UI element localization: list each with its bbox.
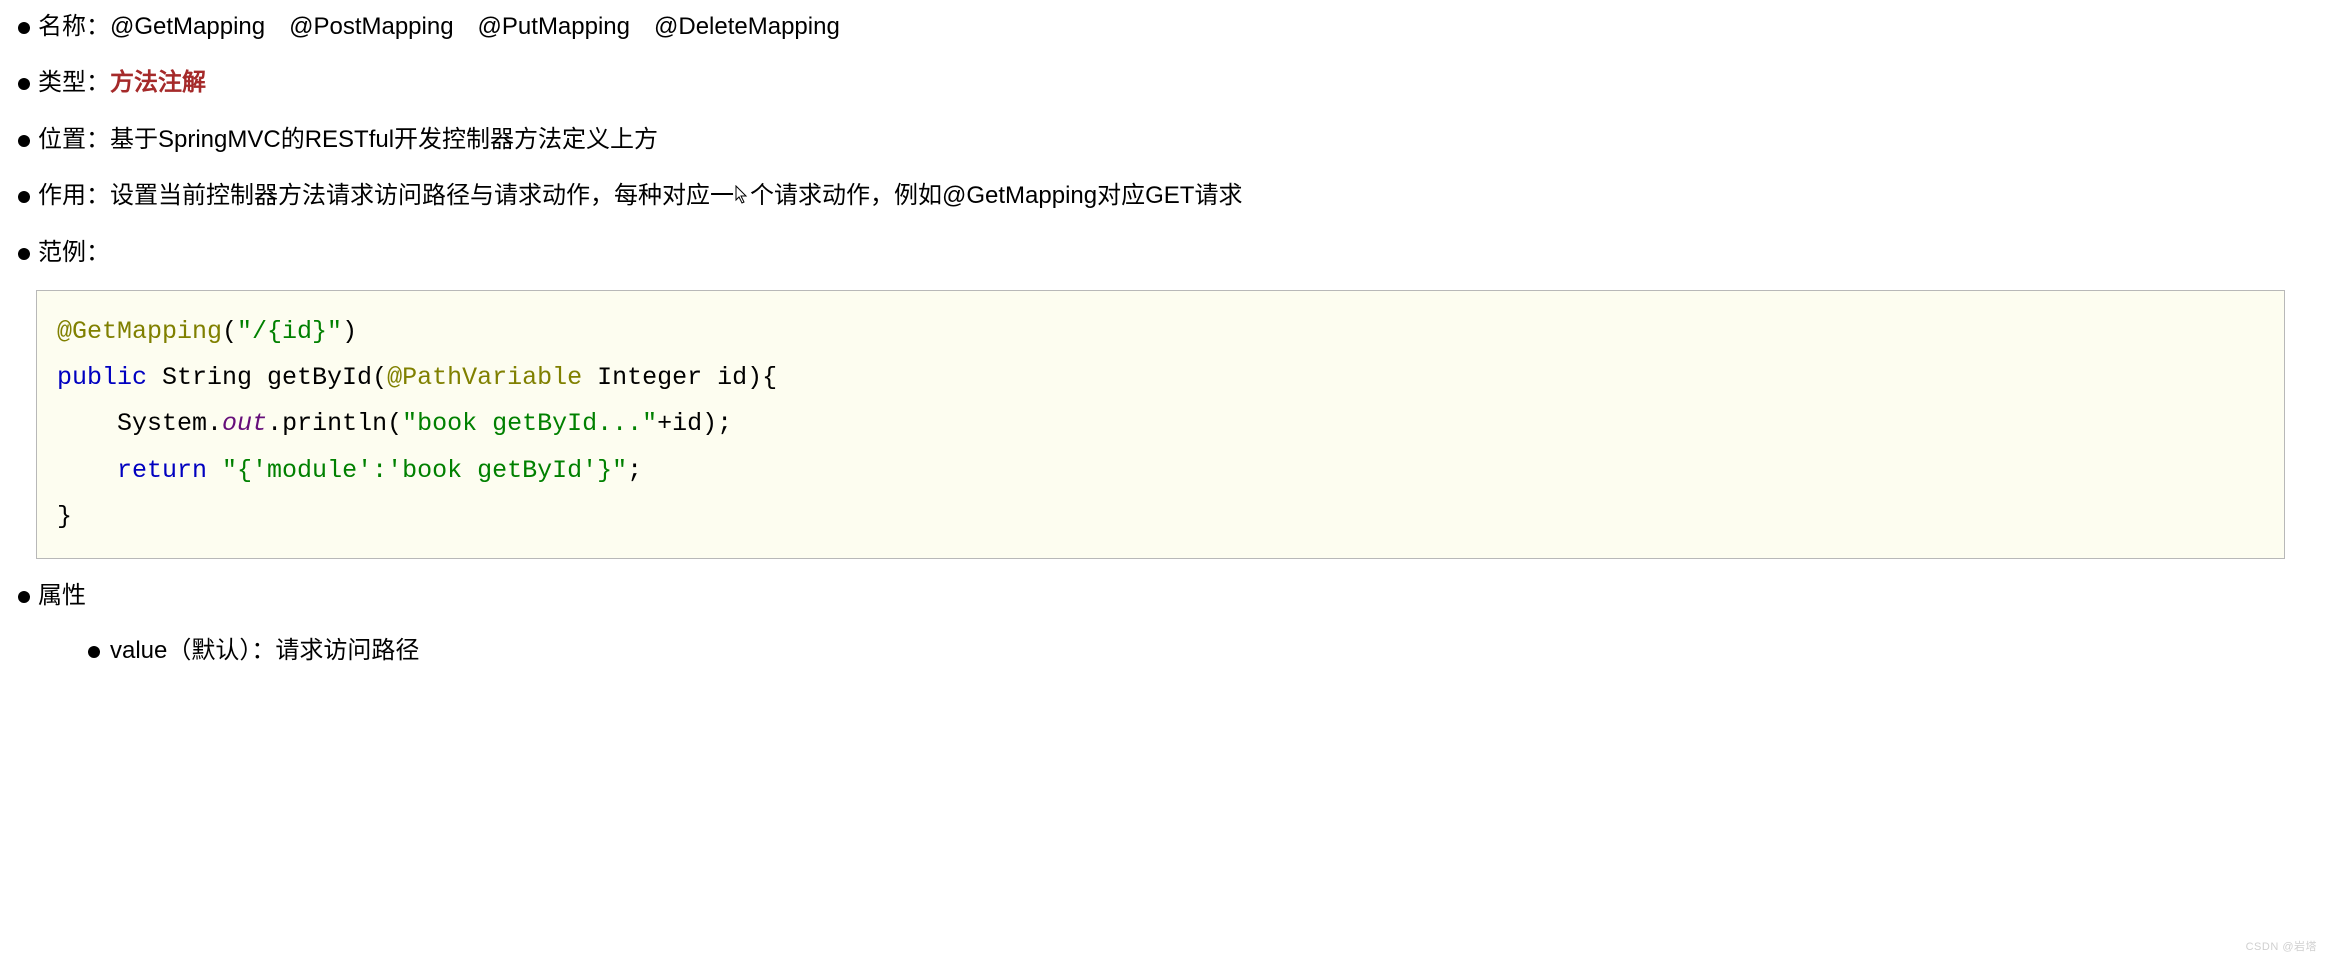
bullet-icon [18, 591, 30, 603]
main-list: 名称：@GetMapping @PostMapping @PutMapping … [18, 8, 2309, 272]
bullet-icon [88, 646, 100, 658]
bullet-icon [18, 22, 30, 34]
example-label: 范例： [38, 239, 110, 266]
name-label: 名称： [38, 13, 110, 40]
sub-list-item: value（默认）：请求访问路径 [88, 632, 2309, 670]
effect-value-2: 个请求动作，例如@GetMapping对应GET请求 [750, 182, 1242, 209]
effect-label: 作用： [38, 182, 110, 209]
type-label: 类型： [38, 69, 110, 96]
position-label: 位置： [38, 126, 110, 153]
name-value: @GetMapping @PostMapping @PutMapping @De… [110, 13, 840, 40]
watermark: CSDN @岩塔 [2246, 939, 2317, 957]
list-item-name: 名称：@GetMapping @PostMapping @PutMapping … [18, 8, 2309, 46]
bullet-icon [18, 78, 30, 90]
type-value: 方法注解 [110, 69, 206, 96]
bullet-icon [18, 135, 30, 147]
effect-value-1: 设置当前控制器方法请求访问路径与请求动作，每种对应一 [110, 182, 734, 209]
list-item-example: 范例： [18, 234, 2309, 272]
sub-attribute-text: value（默认）：请求访问路径 [110, 632, 419, 670]
bullet-icon [18, 191, 30, 203]
position-value: 基于SpringMVC的RESTful开发控制器方法定义上方 [110, 126, 658, 153]
list-item-effect: 作用：设置当前控制器方法请求访问路径与请求动作，每种对应一个请求动作，例如@Ge… [18, 177, 2309, 215]
cursor-icon [734, 185, 750, 205]
attribute-label: 属性 [38, 582, 86, 609]
bullet-icon [18, 248, 30, 260]
code-annotation: @GetMapping [57, 317, 222, 346]
code-example: @GetMapping("/{id}") public String getBy… [36, 290, 2285, 559]
list-item-position: 位置：基于SpringMVC的RESTful开发控制器方法定义上方 [18, 121, 2309, 159]
list-item-attribute: 属性 value（默认）：请求访问路径 [18, 577, 2309, 682]
list-item-type: 类型：方法注解 [18, 64, 2309, 102]
sub-attr-list: value（默认）：请求访问路径 [88, 632, 2309, 670]
attr-list: 属性 value（默认）：请求访问路径 [18, 577, 2309, 682]
